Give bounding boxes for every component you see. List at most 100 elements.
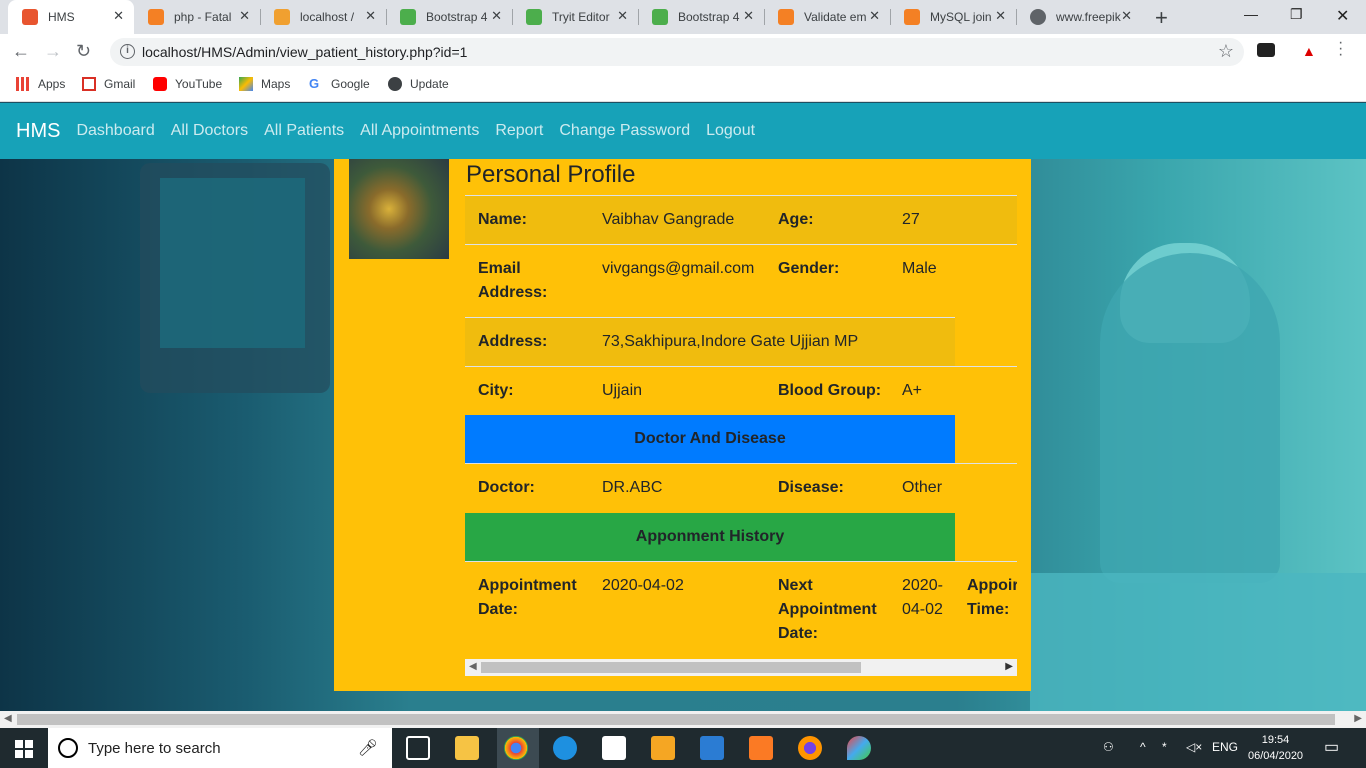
scrollbar-thumb[interactable] [481,662,861,673]
close-icon[interactable]: ✕ [113,8,124,24]
tab-title: Validate em [804,10,867,24]
appointment-date-value: 2020-04-02 [602,577,684,594]
maps-app-icon[interactable] [847,736,871,760]
close-icon[interactable]: ✕ [995,8,1006,24]
close-icon[interactable]: ✕ [365,8,376,24]
bookmark-google[interactable]: G Google [309,76,370,92]
close-icon[interactable]: ✕ [617,8,628,24]
chevron-up-icon[interactable]: ^ [1140,740,1146,754]
mail-icon[interactable] [700,736,724,760]
google-icon: G [309,76,320,91]
minimize-icon[interactable]: — [1244,6,1258,22]
table-row: Address: 73,Sakhipura,Indore Gate Ujjian… [465,317,955,366]
extension-icon[interactable]: ▲ [1302,43,1316,59]
scroll-left-arrow-icon[interactable]: ◀ [469,661,477,672]
nav-link-all-appointments[interactable]: All Appointments [360,122,479,140]
address-bar[interactable]: i localhost/HMS/Admin/view_patient_histo… [110,38,1244,66]
close-icon[interactable]: ✕ [869,8,880,24]
xampp-icon[interactable] [749,736,773,760]
file-explorer-icon[interactable] [455,736,479,760]
network-icon[interactable]: * [1162,740,1167,754]
kebab-menu-icon[interactable]: · · · [1338,35,1343,63]
people-icon[interactable]: ⚇ [1103,740,1114,754]
next-appointment-value-line1: 2020- [902,577,943,594]
chrome-icon[interactable] [504,736,528,760]
table-row: Doctor: DR.ABC Disease: Other [465,463,1017,512]
tab-hms[interactable]: HMS ✕ [8,0,134,34]
scroll-right-arrow-icon[interactable]: ▶ [1354,713,1362,724]
close-icon[interactable]: ✕ [239,8,250,24]
info-icon[interactable]: i [120,44,135,59]
tab-title: Bootstrap 4 [426,10,488,24]
taskbar-clock[interactable]: 19:54 06/04/2020 [1248,732,1303,764]
next-appointment-value-line2: 04-02 [902,601,943,618]
close-icon[interactable]: ✕ [743,8,754,24]
sublime-text-icon[interactable] [651,736,675,760]
tab-title: www.freepik [1056,10,1121,24]
reload-icon[interactable]: ↻ [76,41,91,62]
doctor-label: Doctor: [478,479,535,496]
cortana-icon [58,738,78,758]
tab-bootstrap-2[interactable]: Bootstrap 4 ✕ [638,0,764,34]
nav-link-change-password[interactable]: Change Password [559,122,690,140]
new-tab-button[interactable]: + [1155,5,1168,31]
stackoverflow-icon [904,9,920,25]
close-icon[interactable]: ✕ [491,8,502,24]
background-surgical-sheet [1030,573,1366,711]
bookmarks-bar: Apps Gmail YouTube Maps G Google Update [0,70,1366,102]
scroll-right-arrow-icon[interactable]: ▶ [1005,661,1013,672]
table-row: Appointment Date: 2020- 04-02 Next Appointm… [465,561,1017,659]
section-header-doctor: Doctor And Disease [465,415,955,463]
tab-php-fatal[interactable]: php - Fatal ✕ [134,0,260,34]
tab-mysql-join[interactable]: MySQL join ✕ [890,0,1016,34]
scrollbar-thumb[interactable] [17,714,1335,725]
nav-link-dashboard[interactable]: Dashboard [76,122,154,140]
bookmark-youtube[interactable]: YouTube [153,77,222,91]
tab-freepik[interactable]: www.freepik ✕ [1016,0,1142,34]
close-icon[interactable]: ✕ [1121,8,1132,24]
taskbar-search-box[interactable]: Type here to search 🎤︎ [48,728,392,768]
restore-icon[interactable]: ❐ [1290,6,1303,23]
forward-arrow-icon[interactable]: → [44,41,62,62]
bookmark-update[interactable]: Update [388,77,449,91]
page-horizontal-scrollbar[interactable]: ◀ ▶ [0,711,1366,728]
window-close-icon[interactable]: ✕ [1336,6,1349,26]
back-arrow-icon[interactable]: ← [12,41,30,62]
tab-bootstrap-1[interactable]: Bootstrap 4 ✕ [386,0,512,34]
stackoverflow-icon [148,9,164,25]
email-label: Email Address: [478,257,547,305]
task-view-icon[interactable] [406,736,430,760]
microphone-icon[interactable]: 🎤︎ [358,738,378,758]
tab-validate-email[interactable]: Validate em ✕ [764,0,890,34]
language-indicator[interactable]: ENG [1212,740,1238,754]
nav-link-logout[interactable]: Logout [706,122,755,140]
firefox-icon[interactable] [798,736,822,760]
edge-icon[interactable] [553,736,577,760]
next-appointment-label-line3: Date: [778,625,819,642]
tab-tryit-editor[interactable]: Tryit Editor ✕ [512,0,638,34]
scroll-left-arrow-icon[interactable]: ◀ [4,713,12,724]
nav-link-all-doctors[interactable]: All Doctors [171,122,248,140]
action-center-icon[interactable]: ▭ [1324,737,1339,757]
navbar-brand[interactable]: HMS [16,120,60,143]
disease-value: Other [902,479,943,496]
bookmark-apps[interactable]: Apps [16,77,65,91]
youtube-icon [153,77,167,91]
nav-link-report[interactable]: Report [495,122,543,140]
table-row: City: Ujjain Blood Group: A+ [465,366,1017,415]
bookmark-star-icon[interactable]: ☆ [1218,41,1234,62]
tab-localhost[interactable]: localhost / ✕ [260,0,386,34]
nav-link-all-patients[interactable]: All Patients [264,122,344,140]
doctor-value: DR.ABC [602,479,663,496]
store-icon[interactable] [602,736,626,760]
apps-grid-icon [16,77,30,91]
windows-start-icon[interactable] [15,740,33,758]
url-text[interactable]: localhost/HMS/Admin/view_patient_history… [142,44,467,60]
bookmark-maps[interactable]: Maps [239,77,290,91]
table-horizontal-scrollbar[interactable]: ◀ ▶ [465,659,1017,676]
volume-muted-icon[interactable]: ◁× [1186,740,1202,754]
bookmark-gmail[interactable]: Gmail [82,77,135,91]
camera-extension-icon[interactable] [1257,43,1275,57]
blood-group-label: Blood Group: [778,382,882,399]
bookmark-label: Gmail [104,77,136,91]
